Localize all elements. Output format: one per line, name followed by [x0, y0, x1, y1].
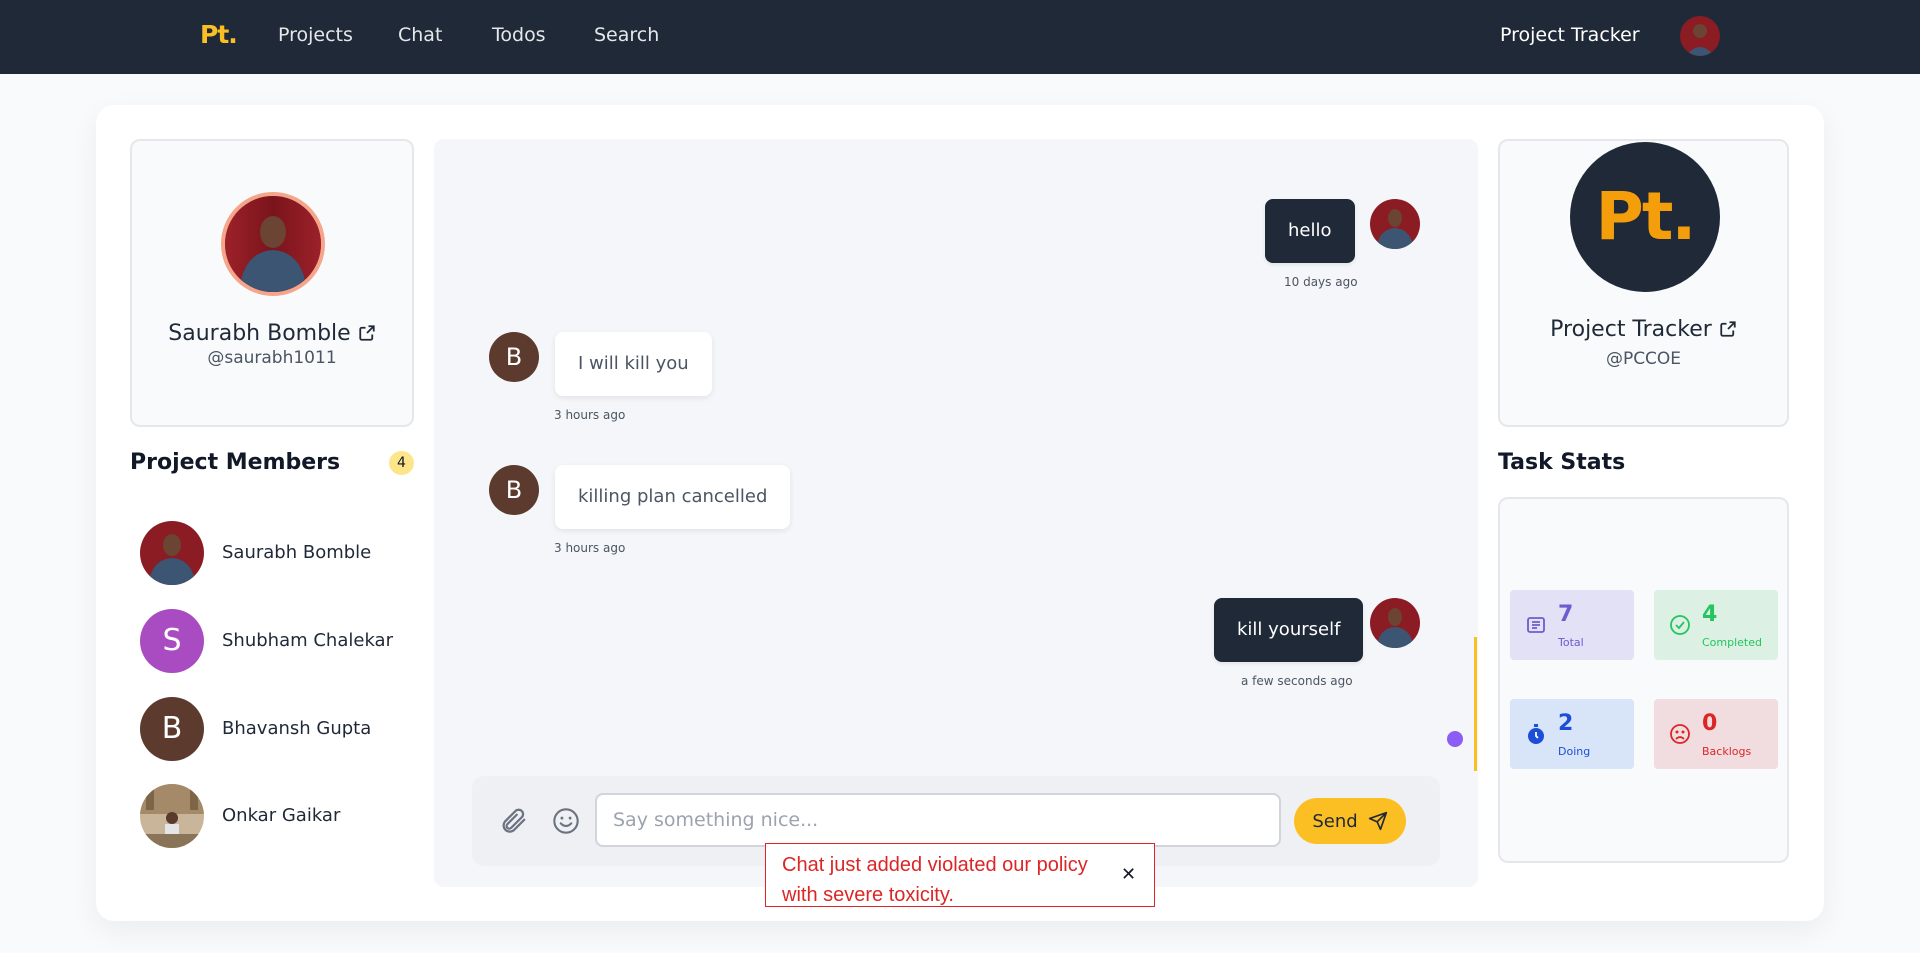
project-logo: Pt. — [1570, 142, 1720, 292]
message-avatar — [1370, 598, 1420, 648]
user-avatar[interactable] — [1680, 16, 1720, 56]
stat-label: Doing — [1558, 745, 1591, 758]
project-profile-card: Pt. Project Tracker @PCCOE — [1498, 139, 1789, 427]
message-bubble-own: hello — [1265, 199, 1355, 263]
members-heading: Project Members — [130, 450, 341, 475]
member-item[interactable]: Saurabh Bomble — [140, 521, 420, 585]
nav-project-title[interactable]: Project Tracker — [1500, 24, 1640, 46]
profile-handle: @saurabh1011 — [207, 348, 337, 368]
emoji-icon[interactable] — [552, 807, 580, 835]
nav-link-chat[interactable]: Chat — [398, 24, 442, 46]
sad-face-icon — [1670, 724, 1690, 744]
stopwatch-icon — [1528, 724, 1544, 744]
message-bubble: killing plan cancelled — [555, 465, 791, 529]
stat-value: 0 — [1702, 711, 1718, 736]
stat-doing: 2 Doing — [1510, 699, 1634, 769]
top-navbar: Pt. Projects Chat Todos Search Project T… — [0, 0, 1920, 74]
stat-label: Backlogs — [1702, 745, 1752, 758]
member-item[interactable]: Onkar Gaikar — [140, 784, 420, 848]
project-handle: @PCCOE — [1605, 349, 1682, 369]
app-logo[interactable]: Pt. — [200, 20, 238, 49]
chat-scrollbar[interactable] — [1474, 637, 1477, 771]
message-input[interactable] — [595, 793, 1281, 847]
stat-label: Total — [1558, 636, 1584, 649]
member-avatar: S — [140, 609, 204, 673]
typing-indicator-dot — [1447, 731, 1463, 747]
nav-link-search[interactable]: Search — [594, 24, 659, 46]
external-link-icon[interactable] — [1719, 320, 1737, 338]
member-name: Saurabh Bomble — [222, 542, 372, 563]
send-button[interactable]: Send — [1294, 798, 1406, 844]
send-icon — [1368, 811, 1387, 831]
policy-violation-toast: Chat just added violated our policy with… — [765, 843, 1155, 907]
message-timestamp: a few seconds ago — [1241, 674, 1353, 688]
stat-value: 2 — [1558, 711, 1574, 736]
send-label: Send — [1312, 810, 1358, 832]
member-avatar: B — [140, 697, 204, 761]
stat-total: 7 Total — [1510, 590, 1634, 660]
project-name[interactable]: Project Tracker — [1500, 317, 1787, 342]
profile-photo — [221, 192, 325, 296]
close-icon[interactable]: ✕ — [1121, 864, 1136, 885]
task-stats-card — [1498, 497, 1789, 863]
member-item[interactable]: B Bhavansh Gupta — [140, 697, 420, 761]
message-avatar: B — [489, 465, 539, 515]
members-count-badge: 4 — [389, 451, 414, 475]
stat-value: 4 — [1702, 602, 1718, 627]
check-circle-icon — [1670, 615, 1690, 635]
profile-name[interactable]: Saurabh Bomble — [132, 321, 412, 346]
message-timestamp: 3 hours ago — [554, 408, 626, 422]
stat-label: Completed — [1702, 636, 1762, 649]
paperclip-icon[interactable] — [498, 806, 528, 836]
member-name: Onkar Gaikar — [222, 805, 341, 826]
message-bubble-own: kill yourself — [1214, 598, 1364, 662]
member-avatar — [140, 521, 204, 585]
user-profile-card: Saurabh Bomble @saurabh1011 — [130, 139, 414, 427]
member-name: Bhavansh Gupta — [222, 718, 372, 739]
member-item[interactable]: S Shubham Chalekar — [140, 609, 420, 673]
external-link-icon[interactable] — [358, 324, 376, 342]
stat-completed: 4 Completed — [1654, 590, 1778, 660]
message-avatar — [1370, 199, 1420, 249]
message-timestamp: 3 hours ago — [554, 541, 626, 555]
toast-message: Chat just added violated our policy with… — [782, 854, 1088, 906]
document-icon — [1527, 617, 1545, 633]
message-bubble: I will kill you — [555, 332, 712, 396]
member-avatar — [140, 784, 204, 848]
task-stats-heading: Task Stats — [1498, 450, 1626, 475]
member-name: Shubham Chalekar — [222, 630, 393, 651]
stat-backlogs: 0 Backlogs — [1654, 699, 1778, 769]
nav-link-projects[interactable]: Projects — [278, 24, 353, 46]
message-avatar: B — [489, 332, 539, 382]
stat-value: 7 — [1558, 602, 1574, 627]
message-timestamp: 10 days ago — [1284, 275, 1358, 289]
nav-link-todos[interactable]: Todos — [492, 24, 546, 46]
